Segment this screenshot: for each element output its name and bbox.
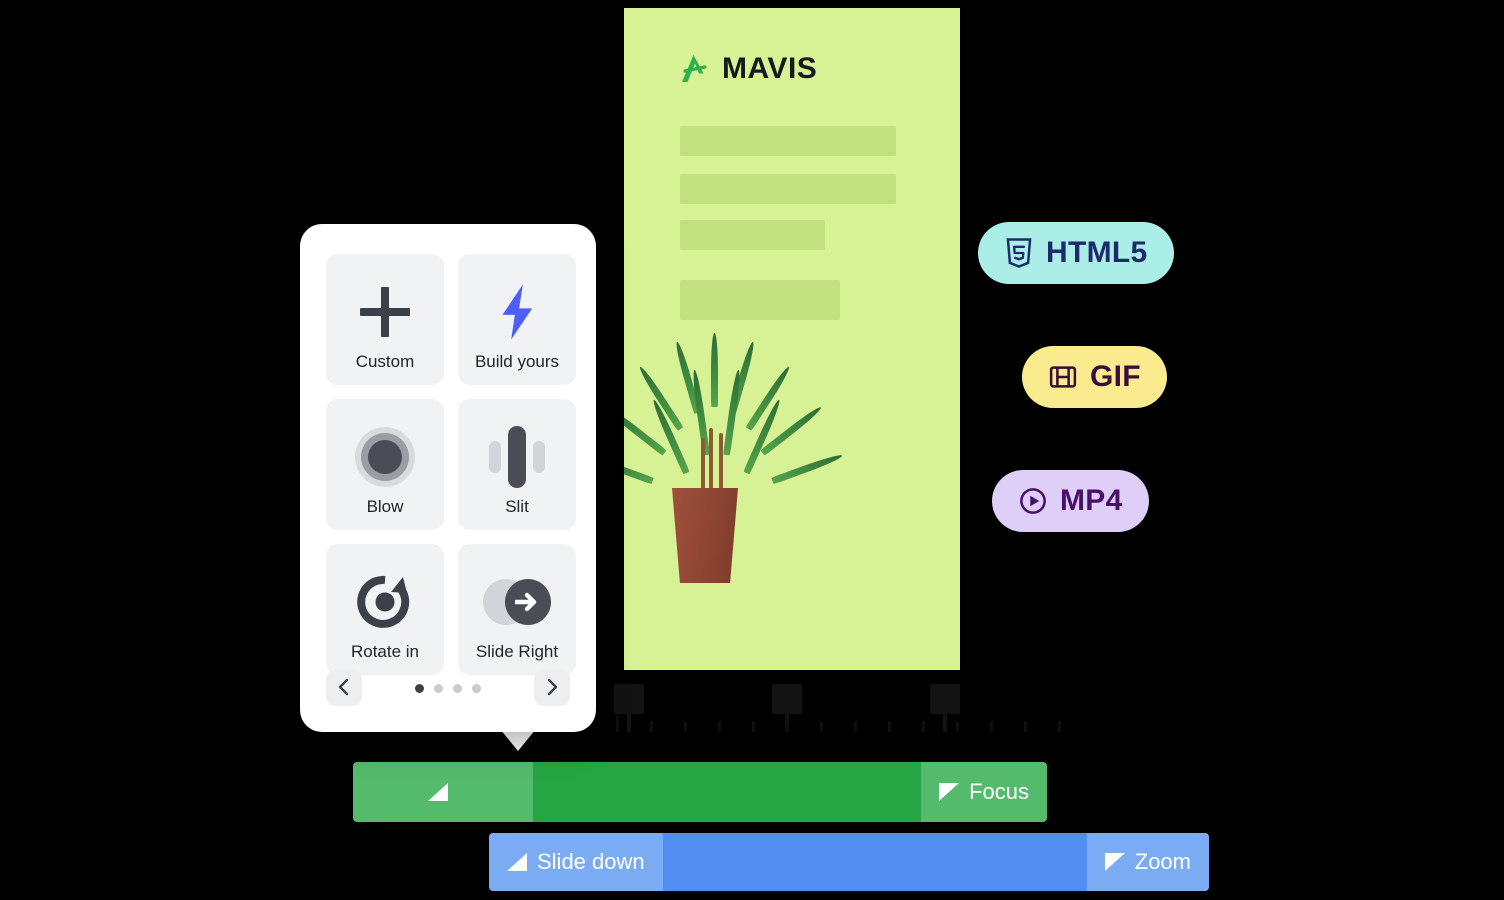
timeline-keyframe-stem bbox=[627, 710, 631, 732]
timeline-tick bbox=[786, 721, 789, 732]
carousel-controls bbox=[326, 670, 570, 706]
effect-label: Rotate in bbox=[350, 642, 420, 661]
track-lead-segment[interactable]: Slide down bbox=[489, 833, 663, 891]
brand-logo: MAVIS bbox=[678, 52, 817, 86]
fade-out-icon bbox=[1104, 853, 1125, 871]
placeholder-bar bbox=[680, 174, 896, 204]
timeline-tick bbox=[990, 721, 993, 732]
effect-label: Custom bbox=[355, 352, 415, 371]
timeline-track-focus[interactable]: Focus bbox=[353, 762, 1047, 822]
timeline-tick bbox=[956, 721, 959, 732]
effect-item-custom[interactable]: Custom bbox=[326, 254, 444, 385]
timeline-tick bbox=[854, 721, 857, 732]
timeline-tick bbox=[752, 721, 755, 732]
app-canvas: MAVIS HTML5 GIF MP4 Focus Slide down Zoo… bbox=[0, 0, 1504, 900]
timeline-tick bbox=[684, 721, 687, 732]
timeline-ruler[interactable] bbox=[600, 680, 1070, 732]
track-body-segment[interactable] bbox=[662, 833, 1087, 891]
carousel-dot[interactable] bbox=[453, 683, 462, 693]
mavis-a-mark-icon bbox=[678, 52, 712, 86]
effect-label: Slide Right bbox=[475, 642, 559, 661]
effect-item-slit[interactable]: Slit bbox=[458, 399, 576, 530]
arrow-right-circle-icon bbox=[481, 566, 553, 638]
format-badge-gif[interactable]: GIF bbox=[1022, 346, 1167, 408]
timeline-tick bbox=[718, 721, 721, 732]
creative-preview-mockup[interactable]: MAVIS bbox=[624, 8, 960, 670]
track-body-segment[interactable] bbox=[533, 762, 922, 822]
html5-shield-icon bbox=[1004, 237, 1034, 269]
carousel-next-button[interactable] bbox=[534, 670, 570, 706]
format-badge-label: HTML5 bbox=[1046, 236, 1148, 269]
fade-in-icon bbox=[428, 783, 448, 801]
effect-item-slide-right[interactable]: Slide Right bbox=[458, 544, 576, 675]
chevron-left-icon bbox=[336, 678, 352, 699]
format-badge-label: GIF bbox=[1090, 360, 1141, 393]
timeline-tick bbox=[616, 716, 619, 732]
timeline-keyframe-stem bbox=[943, 710, 947, 732]
effect-label: Slit bbox=[505, 497, 529, 516]
placeholder-bar bbox=[680, 220, 825, 250]
carousel-dot[interactable] bbox=[415, 683, 424, 693]
track-lead-segment[interactable] bbox=[353, 762, 533, 822]
film-strip-icon bbox=[1048, 362, 1078, 392]
effect-label: Blow bbox=[366, 497, 404, 516]
track-trail-label: Focus bbox=[969, 779, 1029, 804]
concentric-circles-icon bbox=[349, 421, 421, 493]
timeline-tick bbox=[650, 721, 653, 732]
timeline-tick bbox=[1024, 721, 1027, 732]
carousel-prev-button[interactable] bbox=[326, 670, 362, 706]
placeholder-bar bbox=[680, 280, 840, 320]
timeline-tick bbox=[1058, 721, 1061, 732]
timeline-tick bbox=[820, 721, 823, 732]
effects-grid: Custom Build yours Blow Slit Rotate in S… bbox=[326, 254, 576, 675]
chevron-right-icon bbox=[544, 678, 560, 699]
brand-wordmark: MAVIS bbox=[722, 52, 818, 85]
format-badge-mp4[interactable]: MP4 bbox=[992, 470, 1149, 532]
format-badge-label: MP4 bbox=[1060, 484, 1123, 517]
fade-in-icon bbox=[507, 853, 527, 871]
fade-out-icon bbox=[939, 783, 960, 801]
timeline-tick bbox=[922, 721, 925, 732]
track-lead-label: Slide down bbox=[537, 849, 645, 874]
track-trail-segment[interactable]: Focus bbox=[921, 762, 1047, 822]
effect-item-blow[interactable]: Blow bbox=[326, 399, 444, 530]
track-trail-segment[interactable]: Zoom bbox=[1086, 833, 1209, 891]
plant-pot bbox=[672, 488, 738, 583]
panel-pointer-tail bbox=[500, 729, 536, 751]
carousel-dot[interactable] bbox=[472, 683, 481, 693]
carousel-page-dots[interactable] bbox=[415, 683, 481, 693]
placeholder-bar bbox=[680, 126, 896, 156]
effect-item-rotate-in[interactable]: Rotate in bbox=[326, 544, 444, 675]
carousel-dot[interactable] bbox=[434, 683, 443, 693]
plus-icon bbox=[349, 276, 421, 348]
effect-label: Build yours bbox=[474, 352, 560, 371]
effects-panel: Custom Build yours Blow Slit Rotate in S… bbox=[300, 224, 596, 732]
play-circle-icon bbox=[1018, 486, 1048, 516]
effect-item-build-yours[interactable]: Build yours bbox=[458, 254, 576, 385]
format-badge-html5[interactable]: HTML5 bbox=[978, 222, 1174, 284]
track-trail-label: Zoom bbox=[1134, 849, 1191, 874]
timeline-tick bbox=[888, 721, 891, 732]
rotate-clockwise-icon bbox=[349, 566, 421, 638]
vertical-bars-icon bbox=[481, 421, 553, 493]
lightning-bolt-icon bbox=[481, 276, 553, 348]
timeline-track-zoom[interactable]: Slide down Zoom bbox=[489, 833, 1209, 891]
